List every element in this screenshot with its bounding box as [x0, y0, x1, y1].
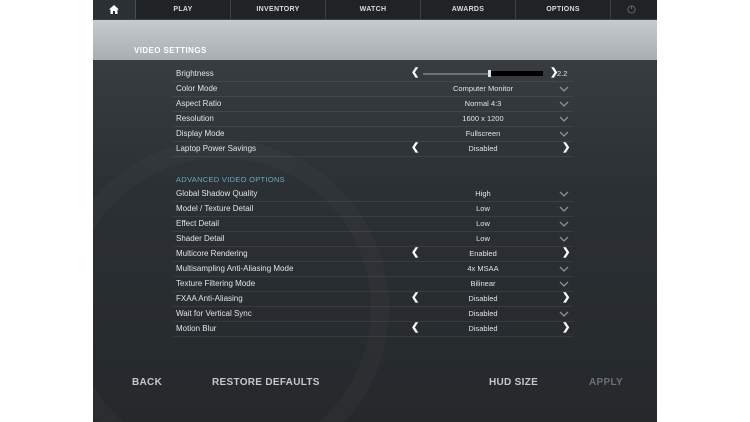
setting-label: Motion Blur — [176, 324, 217, 333]
setting-value: Low — [476, 234, 490, 243]
setting-label: Texture Filtering Mode — [176, 279, 256, 288]
chevron-down-icon[interactable] — [559, 236, 569, 242]
brightness-value: 2.2 — [557, 69, 568, 78]
setting-row-brightness: Brightness ❮ ❯ 2.2 — [173, 67, 573, 82]
setting-label: Effect Detail — [176, 219, 219, 228]
power-icon — [626, 5, 636, 14]
arrow-left-icon[interactable]: ❮ — [411, 247, 419, 258]
chevron-down-icon[interactable] — [559, 191, 569, 197]
brightness-slider-fill — [489, 71, 543, 76]
setting-label: Color Mode — [176, 84, 218, 93]
setting-label: Display Mode — [176, 129, 225, 138]
setting-value: Low — [476, 204, 490, 213]
setting-label: Multicore Rendering — [176, 249, 248, 258]
chevron-down-icon[interactable] — [559, 266, 569, 272]
chevron-down-icon[interactable] — [559, 101, 569, 107]
setting-row-resolution[interactable]: Resolution 1600 x 1200 — [173, 112, 573, 127]
arrow-left-icon[interactable]: ❮ — [411, 292, 419, 303]
setting-label: Laptop Power Savings — [176, 144, 257, 153]
setting-row-effect-detail[interactable]: Effect Detail Low — [173, 217, 573, 232]
setting-value: Disabled — [468, 144, 498, 153]
restore-defaults-button[interactable]: RESTORE DEFAULTS — [212, 377, 320, 388]
section-title: VIDEO SETTINGS — [134, 46, 207, 55]
arrow-right-icon[interactable]: ❯ — [562, 142, 570, 153]
setting-row-shader-detail[interactable]: Shader Detail Low — [173, 232, 573, 247]
setting-value: 4x MSAA — [467, 264, 499, 273]
arrow-left-icon[interactable]: ❮ — [411, 142, 419, 153]
setting-value: 1600 x 1200 — [462, 114, 504, 123]
tab-play[interactable]: PLAY — [136, 0, 231, 19]
setting-label: Aspect Ratio — [176, 99, 222, 108]
setting-row-motion-blur: Motion Blur ❮ Disabled ❯ — [173, 322, 573, 337]
chevron-down-icon[interactable] — [559, 221, 569, 227]
setting-value: Disabled — [468, 294, 498, 303]
setting-value: Fullscreen — [465, 129, 501, 138]
footer-bar: BACK RESTORE DEFAULTS HUD SIZE APPLY — [93, 370, 657, 400]
arrow-left-icon[interactable]: ❮ — [411, 322, 419, 333]
video-settings-window: PLAY INVENTORY WATCH AWARDS OPTIONS VIDE… — [93, 0, 657, 422]
setting-label: Global Shadow Quality — [176, 189, 258, 198]
hud-size-button[interactable]: HUD SIZE — [489, 377, 538, 388]
setting-row-multicore-rendering: Multicore Rendering ❮ Enabled ❯ — [173, 247, 573, 262]
tab-options[interactable]: OPTIONS — [516, 0, 611, 19]
setting-label: Shader Detail — [176, 234, 225, 243]
setting-row-model-texture-detail[interactable]: Model / Texture Detail Low — [173, 202, 573, 217]
chevron-down-icon[interactable] — [559, 131, 569, 137]
brightness-slider-thumb[interactable] — [488, 70, 491, 77]
setting-row-fxaa-anti-aliasing: FXAA Anti-Aliasing ❮ Disabled ❯ — [173, 292, 573, 307]
tab-awards[interactable]: AWARDS — [421, 0, 516, 19]
setting-row-msaa-mode[interactable]: Multisampling Anti-Aliasing Mode 4x MSAA — [173, 262, 573, 277]
arrow-right-icon[interactable]: ❯ — [562, 247, 570, 258]
setting-value: Bilinear — [470, 279, 496, 288]
advanced-section-title: ADVANCED VIDEO OPTIONS — [176, 175, 285, 184]
chevron-down-icon[interactable] — [559, 311, 569, 317]
setting-row-color-mode[interactable]: Color Mode Computer Monitor — [173, 82, 573, 97]
arrow-right-icon[interactable]: ❯ — [562, 322, 570, 333]
setting-label: Brightness — [176, 69, 214, 78]
setting-label: Model / Texture Detail — [176, 204, 254, 213]
setting-value: Enabled — [469, 249, 497, 258]
setting-row-global-shadow-quality[interactable]: Global Shadow Quality High — [173, 187, 573, 202]
setting-value: Normal 4:3 — [464, 99, 502, 108]
chevron-down-icon[interactable] — [559, 86, 569, 92]
setting-value: Computer Monitor — [452, 84, 514, 93]
power-button[interactable] — [611, 0, 651, 19]
setting-value: Low — [476, 219, 490, 228]
tab-watch[interactable]: WATCH — [326, 0, 421, 19]
back-button[interactable]: BACK — [132, 377, 162, 388]
arrow-left-icon[interactable]: ❮ — [411, 67, 419, 78]
apply-button[interactable]: APPLY — [589, 377, 623, 388]
top-nav: PLAY INVENTORY WATCH AWARDS OPTIONS — [93, 0, 657, 19]
setting-row-texture-filtering-mode[interactable]: Texture Filtering Mode Bilinear — [173, 277, 573, 292]
setting-label: FXAA Anti-Aliasing — [176, 294, 243, 303]
home-button[interactable] — [93, 0, 136, 19]
chevron-down-icon[interactable] — [559, 116, 569, 122]
setting-row-display-mode[interactable]: Display Mode Fullscreen — [173, 127, 573, 142]
setting-row-vertical-sync[interactable]: Wait for Vertical Sync Disabled — [173, 307, 573, 322]
setting-value: Disabled — [468, 324, 498, 333]
setting-label: Resolution — [176, 114, 214, 123]
home-icon — [109, 5, 119, 14]
setting-row-laptop-power-savings: Laptop Power Savings ❮ Disabled ❯ — [173, 142, 573, 157]
setting-row-aspect-ratio[interactable]: Aspect Ratio Normal 4:3 — [173, 97, 573, 112]
arrow-right-icon[interactable]: ❯ — [562, 292, 570, 303]
setting-value: Disabled — [468, 309, 498, 318]
setting-label: Multisampling Anti-Aliasing Mode — [176, 264, 294, 273]
setting-value: High — [475, 189, 491, 198]
chevron-down-icon[interactable] — [559, 281, 569, 287]
setting-label: Wait for Vertical Sync — [176, 309, 252, 318]
chevron-down-icon[interactable] — [559, 206, 569, 212]
tab-inventory[interactable]: INVENTORY — [231, 0, 326, 19]
